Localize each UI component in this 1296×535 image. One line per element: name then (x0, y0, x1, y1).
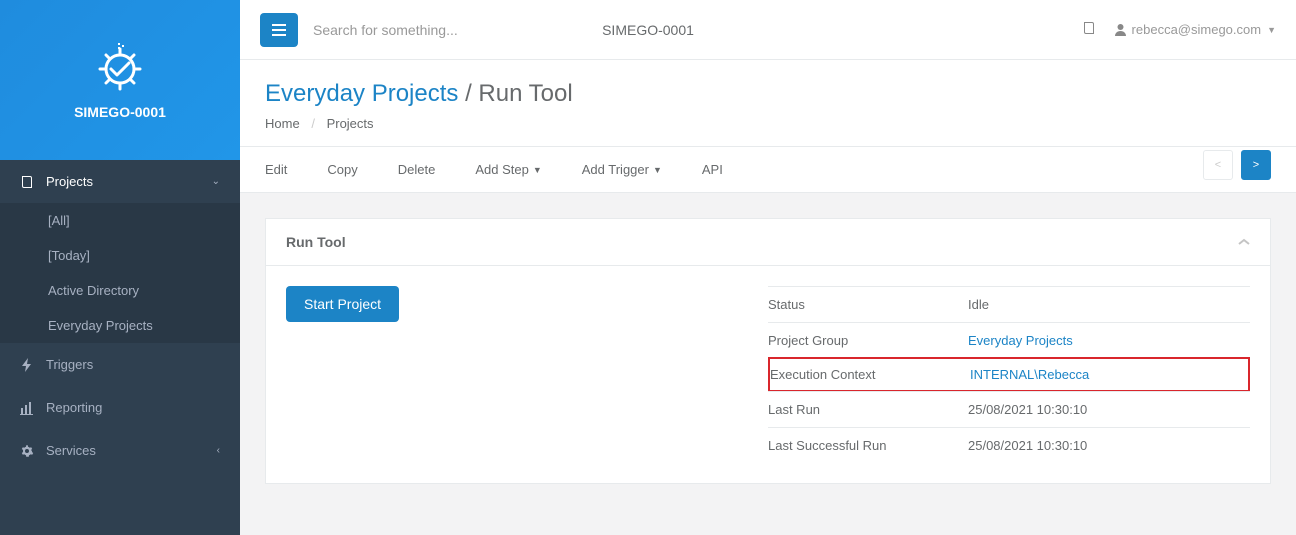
info-label: Status (768, 297, 968, 312)
sidebar: SIMEGO-0001 Projects ⌄ [All] [Today] Act… (0, 0, 240, 535)
sidebar-item-label: Reporting (46, 400, 102, 415)
chevron-down-icon: ⌄ (212, 176, 220, 187)
brand-name: SIMEGO-0001 (74, 104, 166, 120)
content-area: Run Tool Start Project Status Idle (240, 193, 1296, 509)
info-row-project-group: Project Group Everyday Projects (768, 322, 1250, 358)
info-row-execution-context: Execution Context INTERNAL\Rebecca (768, 357, 1250, 392)
sidebar-item-reporting[interactable]: Reporting (0, 386, 240, 429)
panel-collapse-button[interactable] (1238, 235, 1250, 249)
toolbar-add-trigger-label: Add Trigger (582, 162, 649, 177)
sidebar-sub-today[interactable]: [Today] (0, 238, 240, 273)
hamburger-icon (272, 24, 286, 36)
topbar: SIMEGO-0001 rebecca@simego.com ▼ (240, 0, 1296, 60)
panel-body: Start Project Status Idle Project Group … (266, 266, 1270, 483)
toolbar-api[interactable]: API (702, 147, 723, 192)
action-toolbar: Edit Copy Delete Add Step ▼ Add Trigger … (240, 147, 1296, 193)
gear-icon (20, 444, 38, 458)
info-table: Status Idle Project Group Everyday Proje… (768, 286, 1250, 463)
chevron-up-icon (1238, 238, 1250, 246)
title-sep: / (465, 80, 472, 107)
sidebar-item-label: Services (46, 443, 96, 458)
caret-down-icon: ▼ (533, 165, 542, 175)
breadcrumb-home[interactable]: Home (265, 116, 300, 131)
panel-header: Run Tool (266, 219, 1270, 266)
toolbar-edit[interactable]: Edit (265, 147, 287, 192)
run-tool-panel: Run Tool Start Project Status Idle (265, 218, 1271, 484)
user-email: rebecca@simego.com (1132, 22, 1262, 37)
chevron-left-icon: ‹ (217, 445, 220, 456)
breadcrumb-projects[interactable]: Projects (327, 116, 374, 131)
toolbar-copy[interactable]: Copy (327, 147, 357, 192)
info-row-last-run: Last Run 25/08/2021 10:30:10 (768, 391, 1250, 427)
breadcrumb: Home / Projects (265, 116, 1271, 131)
start-project-button[interactable]: Start Project (286, 286, 399, 322)
panel-right: Status Idle Project Group Everyday Proje… (768, 286, 1250, 463)
sidebar-sub-everyday-projects[interactable]: Everyday Projects (0, 308, 240, 343)
info-row-last-successful-run: Last Successful Run 25/08/2021 10:30:10 (768, 427, 1250, 463)
search-input[interactable] (313, 22, 613, 38)
panel-title: Run Tool (286, 234, 346, 250)
sidebar-sub-all[interactable]: [All] (0, 203, 240, 238)
sidebar-header: SIMEGO-0001 (0, 0, 240, 160)
info-value: 25/08/2021 10:30:10 (968, 438, 1087, 453)
sidebar-item-projects[interactable]: Projects ⌄ (0, 160, 240, 203)
info-value: Idle (968, 297, 989, 312)
sidebar-item-label: Projects (46, 174, 93, 189)
chart-icon (20, 401, 38, 415)
nav-next-button[interactable]: > (1241, 150, 1271, 180)
info-label: Execution Context (770, 367, 970, 382)
book-icon (20, 175, 38, 189)
user-menu[interactable]: rebecca@simego.com ▼ (1114, 22, 1276, 37)
hamburger-button[interactable] (260, 13, 298, 47)
toolbar-delete[interactable]: Delete (398, 147, 436, 192)
logo-icon (95, 41, 145, 94)
title-secondary: Run Tool (478, 80, 572, 107)
sidebar-submenu-projects: [All] [Today] Active Directory Everyday … (0, 203, 240, 343)
info-row-status: Status Idle (768, 286, 1250, 322)
info-value-link[interactable]: INTERNAL\Rebecca (970, 367, 1089, 382)
user-icon (1114, 23, 1127, 36)
topbar-right: rebecca@simego.com ▼ (1082, 21, 1276, 38)
book-icon[interactable] (1082, 21, 1096, 38)
main-content: SIMEGO-0001 rebecca@simego.com ▼ Everyda… (240, 0, 1296, 535)
bolt-icon (20, 358, 38, 372)
toolbar-add-step-label: Add Step (475, 162, 529, 177)
page-title: Everyday Projects / Run Tool (265, 80, 1271, 108)
page-heading: Everyday Projects / Run Tool Home / Proj… (240, 60, 1296, 147)
sidebar-item-triggers[interactable]: Triggers (0, 343, 240, 386)
info-value: 25/08/2021 10:30:10 (968, 402, 1087, 417)
info-label: Last Successful Run (768, 438, 968, 453)
nav-prev-button[interactable]: < (1203, 150, 1233, 180)
title-primary: Everyday Projects (265, 80, 458, 107)
info-label: Last Run (768, 402, 968, 417)
info-value-link[interactable]: Everyday Projects (968, 333, 1073, 348)
breadcrumb-sep: / (311, 116, 315, 131)
sidebar-item-label: Triggers (46, 357, 93, 372)
caret-down-icon: ▼ (1267, 25, 1276, 35)
topbar-title: SIMEGO-0001 (602, 22, 694, 38)
caret-down-icon: ▼ (653, 165, 662, 175)
toolbar-add-trigger[interactable]: Add Trigger ▼ (582, 147, 662, 192)
info-label: Project Group (768, 333, 968, 348)
sidebar-sub-active-directory[interactable]: Active Directory (0, 273, 240, 308)
page-nav: < > (1203, 150, 1271, 180)
toolbar-add-step[interactable]: Add Step ▼ (475, 147, 541, 192)
panel-left: Start Project (286, 286, 768, 463)
sidebar-item-services[interactable]: Services ‹ (0, 429, 240, 472)
